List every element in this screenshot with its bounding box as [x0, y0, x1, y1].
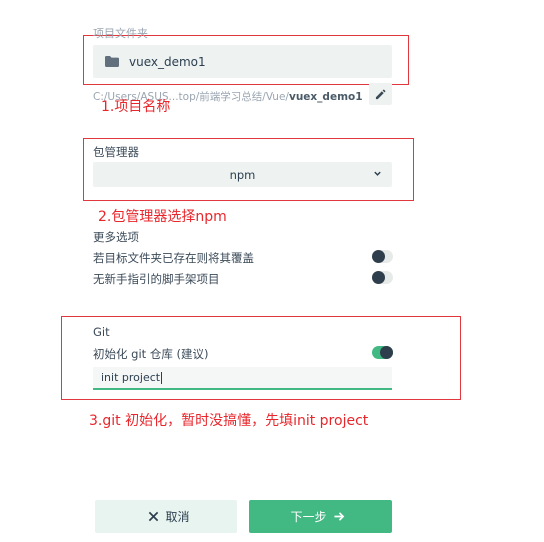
project-path-folder: vuex_demo1: [288, 91, 363, 103]
cancel-label: 取消: [165, 510, 190, 524]
more-options-label: 更多选项: [93, 230, 139, 244]
annotation-project-name: 1.项目名称: [101, 99, 171, 115]
annotation-package-manager: 2.包管理器选择npm: [98, 209, 227, 225]
project-folder-name: vuex_demo1: [129, 54, 206, 69]
commit-message-input[interactable]: init project: [93, 367, 392, 390]
package-manager-label: 包管理器: [93, 145, 139, 159]
folder-icon: [105, 56, 119, 67]
git-init-toggle[interactable]: [372, 346, 393, 359]
toggle-knob: [380, 346, 393, 359]
annotation-git: 3.git 初始化，暂时没搞懂，先填init project: [89, 413, 369, 429]
next-step-label: 下一步: [290, 510, 327, 524]
overwrite-toggle[interactable]: [372, 250, 393, 263]
commit-message-value: init project: [101, 371, 161, 384]
text-caret: [161, 371, 163, 384]
no-guide-toggle[interactable]: [372, 271, 393, 284]
git-label: Git: [93, 325, 110, 339]
package-manager-value: npm: [229, 167, 256, 182]
package-manager-select[interactable]: npm: [93, 162, 392, 187]
next-step-button[interactable]: 下一步: [249, 500, 392, 533]
project-folder-label: 项目文件夹: [93, 27, 148, 40]
cancel-button[interactable]: 取消: [95, 500, 237, 533]
git-init-label: 初始化 git 仓库 (建议): [93, 347, 209, 361]
arrow-right-icon: [333, 512, 344, 521]
toggle-knob: [372, 250, 385, 263]
toggle-knob: [372, 271, 385, 284]
no-guide-option-label: 无新手指引的脚手架项目: [93, 272, 220, 286]
project-folder-field[interactable]: vuex_demo1: [93, 45, 392, 78]
chevron-down-icon: [374, 171, 381, 176]
overwrite-option-label: 若目标文件夹已存在则将其覆盖: [93, 251, 254, 265]
edit-path-button[interactable]: [369, 83, 392, 105]
pencil-icon: [375, 89, 386, 99]
close-icon: [149, 511, 159, 522]
